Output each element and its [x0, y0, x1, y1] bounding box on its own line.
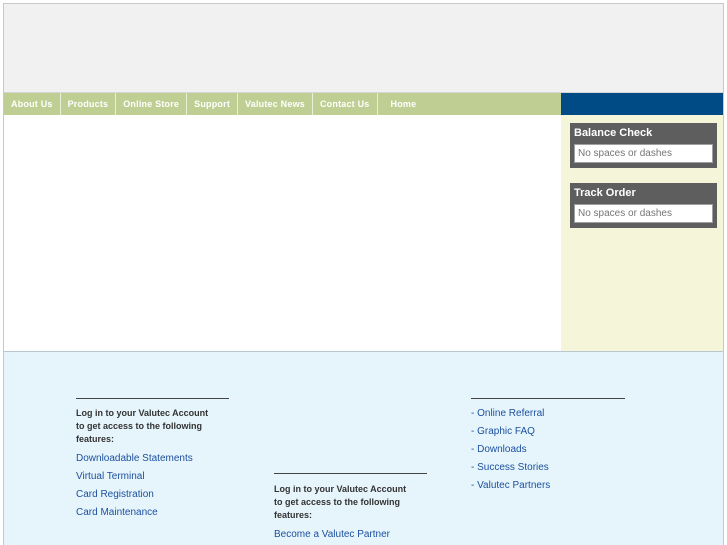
nav-about-us[interactable]: About Us	[4, 93, 61, 115]
footer-col1-intro: Log in to your Valutec Account to get ac…	[76, 407, 208, 446]
nav-products[interactable]: Products	[61, 93, 117, 115]
footer-col3-divider	[471, 398, 625, 399]
nav-contact-us[interactable]: Contact Us	[313, 93, 378, 115]
balance-check-input[interactable]	[574, 144, 713, 163]
track-order-widget: Track Order	[570, 183, 717, 228]
footer-col2-intro: Log in to your Valutec Account to get ac…	[274, 483, 406, 522]
link-card-maintenance[interactable]: Card Maintenance	[76, 507, 158, 518]
header-banner	[4, 4, 723, 93]
nav-online-store[interactable]: Online Store	[116, 93, 188, 115]
link-graphic-faq[interactable]: - Graphic FAQ	[471, 426, 535, 437]
link-become-partner[interactable]: Become a Valutec Partner	[274, 529, 390, 540]
balance-check-widget: Balance Check	[570, 123, 717, 168]
intro-line: Log in to your Valutec Account	[76, 408, 209, 418]
right-sidebar: Balance Check Track Order	[561, 115, 723, 351]
link-online-referral[interactable]: - Online Referral	[471, 408, 544, 419]
nav-support[interactable]: Support	[187, 93, 239, 115]
link-success-stories[interactable]: - Success Stories	[471, 462, 549, 473]
track-order-title: Track Order	[574, 187, 636, 199]
intro-line: features:	[274, 510, 313, 520]
link-downloadable-statements[interactable]: Downloadable Statements	[76, 453, 193, 464]
footer: Log in to your Valutec Account to get ac…	[4, 351, 723, 545]
main-content	[4, 115, 561, 351]
track-order-input[interactable]	[574, 204, 713, 223]
nav-valutec-news[interactable]: Valutec News	[238, 93, 313, 115]
intro-line: to get access to the following	[274, 497, 401, 507]
nav-blue-bar	[561, 93, 723, 115]
link-card-registration[interactable]: Card Registration	[76, 489, 154, 500]
footer-col1-divider	[76, 398, 229, 399]
page-frame: About Us Products Online Store Support V…	[3, 3, 724, 545]
intro-line: Log in to your Valutec Account	[274, 484, 407, 494]
link-valutec-partners[interactable]: - Valutec Partners	[471, 480, 550, 491]
nav-home[interactable]: Home	[378, 93, 424, 115]
balance-check-title: Balance Check	[574, 127, 653, 139]
main-nav: About Us Products Online Store Support V…	[4, 93, 561, 115]
intro-line: to get access to the following	[76, 421, 203, 431]
intro-line: features:	[76, 434, 115, 444]
footer-col2-divider	[274, 473, 427, 474]
link-downloads[interactable]: - Downloads	[471, 444, 527, 455]
link-virtual-terminal[interactable]: Virtual Terminal	[76, 471, 145, 482]
